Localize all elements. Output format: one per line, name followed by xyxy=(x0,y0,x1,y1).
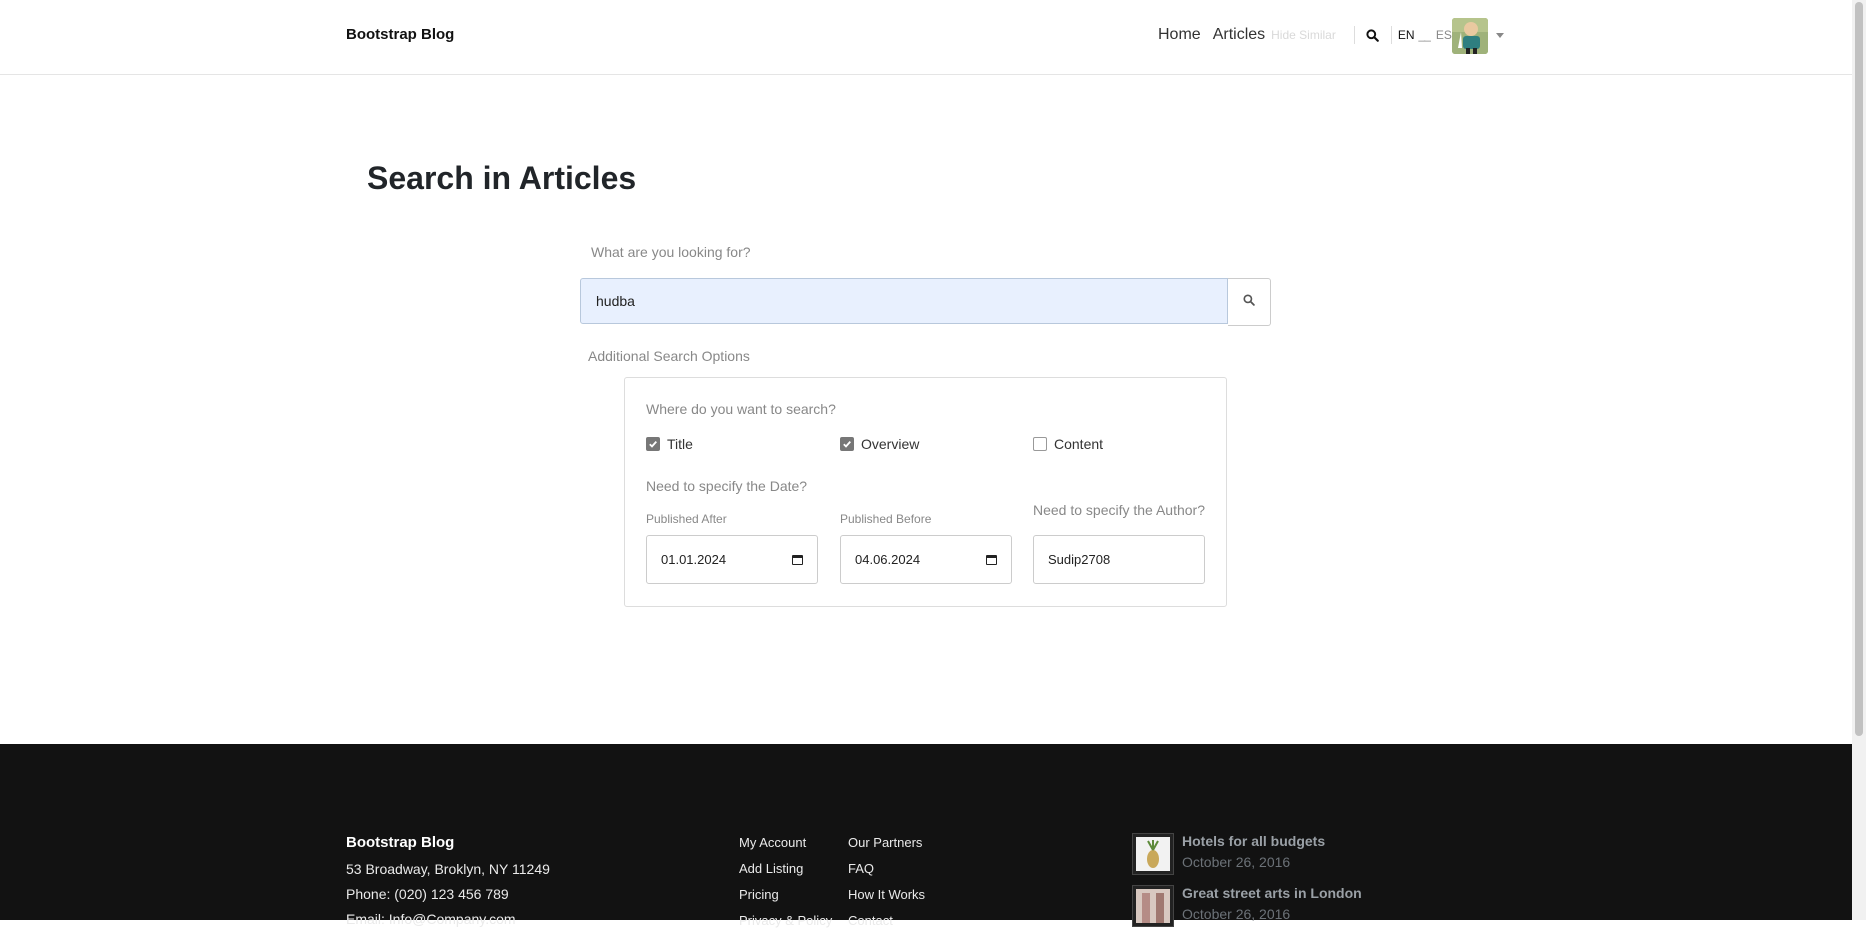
lang-en-link[interactable]: EN xyxy=(1398,28,1415,42)
post-title[interactable]: Great street arts in London xyxy=(1182,885,1362,901)
calendar-icon[interactable] xyxy=(792,554,803,565)
published-after-input[interactable]: 01.01.2024 xyxy=(646,535,818,584)
published-after-label: Published After xyxy=(646,512,727,526)
published-before-value: 04.06.2024 xyxy=(855,552,921,567)
published-before-input[interactable]: 04.06.2024 xyxy=(840,535,1012,584)
published-before-label: Published Before xyxy=(840,512,932,526)
search-input[interactable] xyxy=(580,278,1228,324)
footer: Bootstrap Blog 53 Broadway, Broklyn, NY … xyxy=(0,744,1852,928)
where-label: Where do you want to search? xyxy=(646,401,836,417)
caret-down-icon[interactable] xyxy=(1496,33,1504,38)
title-checkbox[interactable] xyxy=(646,437,660,451)
content-checkbox-label: Content xyxy=(1054,436,1104,452)
search-icon[interactable] xyxy=(1365,27,1381,43)
footer-phone: Phone: (020) 123 456 789 xyxy=(346,886,509,902)
post-thumbnail[interactable] xyxy=(1132,885,1174,927)
calendar-icon[interactable] xyxy=(986,554,997,565)
additional-options-label: Additional Search Options xyxy=(588,348,750,364)
footer-brand: Bootstrap Blog xyxy=(346,834,455,851)
footer-link-our-partners[interactable]: Our Partners xyxy=(848,835,922,850)
search-label: What are you looking for? xyxy=(591,244,751,260)
lang-es-link[interactable]: ES xyxy=(1436,28,1452,42)
footer-email: Email: Info@Company.com xyxy=(346,911,516,927)
date-label: Need to specify the Date? xyxy=(646,478,808,494)
nav-hidden-link[interactable]: Hide Similar xyxy=(1271,28,1336,42)
lang-separator: __ xyxy=(1418,28,1431,42)
overview-checkbox-label: Overview xyxy=(861,436,920,452)
title-checkbox-row[interactable]: Title xyxy=(646,436,693,452)
search-icon xyxy=(1243,293,1255,311)
author-value: Sudip2708 xyxy=(1048,552,1111,567)
footer-link-privacy[interactable]: Privacy & Policy xyxy=(739,913,832,928)
check-icon xyxy=(649,440,657,448)
overview-checkbox-row[interactable]: Overview xyxy=(840,436,919,452)
search-button[interactable] xyxy=(1228,278,1271,326)
content-checkbox[interactable] xyxy=(1033,437,1047,451)
navbar-brand[interactable]: Bootstrap Blog xyxy=(346,26,454,43)
avatar[interactable] xyxy=(1452,18,1488,54)
post-date: October 26, 2016 xyxy=(1182,854,1291,870)
footer-link-contact[interactable]: Contact xyxy=(848,913,893,928)
post-title[interactable]: Hotels for all budgets xyxy=(1182,833,1325,849)
footer-post[interactable]: Hotels for all budgets October 26, 2016 xyxy=(1132,833,1325,875)
footer-link-how-it-works[interactable]: How It Works xyxy=(848,887,925,902)
page-title: Search in Articles xyxy=(367,160,637,196)
author-label: Need to specify the Author? xyxy=(1033,502,1205,518)
author-input[interactable]: Sudip2708 xyxy=(1033,535,1205,584)
nav-divider xyxy=(1353,26,1355,44)
published-after-value: 01.01.2024 xyxy=(661,552,727,567)
scrollbar-thumb[interactable] xyxy=(1855,2,1863,736)
scrollbar[interactable] xyxy=(1852,0,1866,920)
footer-link-faq[interactable]: FAQ xyxy=(848,861,874,876)
footer-address: 53 Broadway, Broklyn, NY 11249 xyxy=(346,861,550,877)
title-checkbox-label: Title xyxy=(667,436,693,452)
navbar: Bootstrap Blog Home Articles Hide Simila… xyxy=(0,0,1852,75)
nav-divider xyxy=(1390,26,1392,44)
footer-link-pricing[interactable]: Pricing xyxy=(739,887,779,902)
post-thumbnail[interactable] xyxy=(1132,833,1174,875)
nav-links: Home Articles Hide Similar EN __ ES xyxy=(1158,26,1452,44)
nav-home-link[interactable]: Home xyxy=(1158,26,1201,44)
nav-articles-link[interactable]: Articles xyxy=(1213,26,1265,44)
language-switcher: EN __ ES xyxy=(1398,28,1452,42)
footer-link-add-listing[interactable]: Add Listing xyxy=(739,861,803,876)
check-icon xyxy=(843,440,851,448)
content-checkbox-row[interactable]: Content xyxy=(1033,436,1103,452)
footer-link-my-account[interactable]: My Account xyxy=(739,835,806,850)
footer-post[interactable]: Great street arts in London October 26, … xyxy=(1132,885,1362,927)
overview-checkbox[interactable] xyxy=(840,437,854,451)
